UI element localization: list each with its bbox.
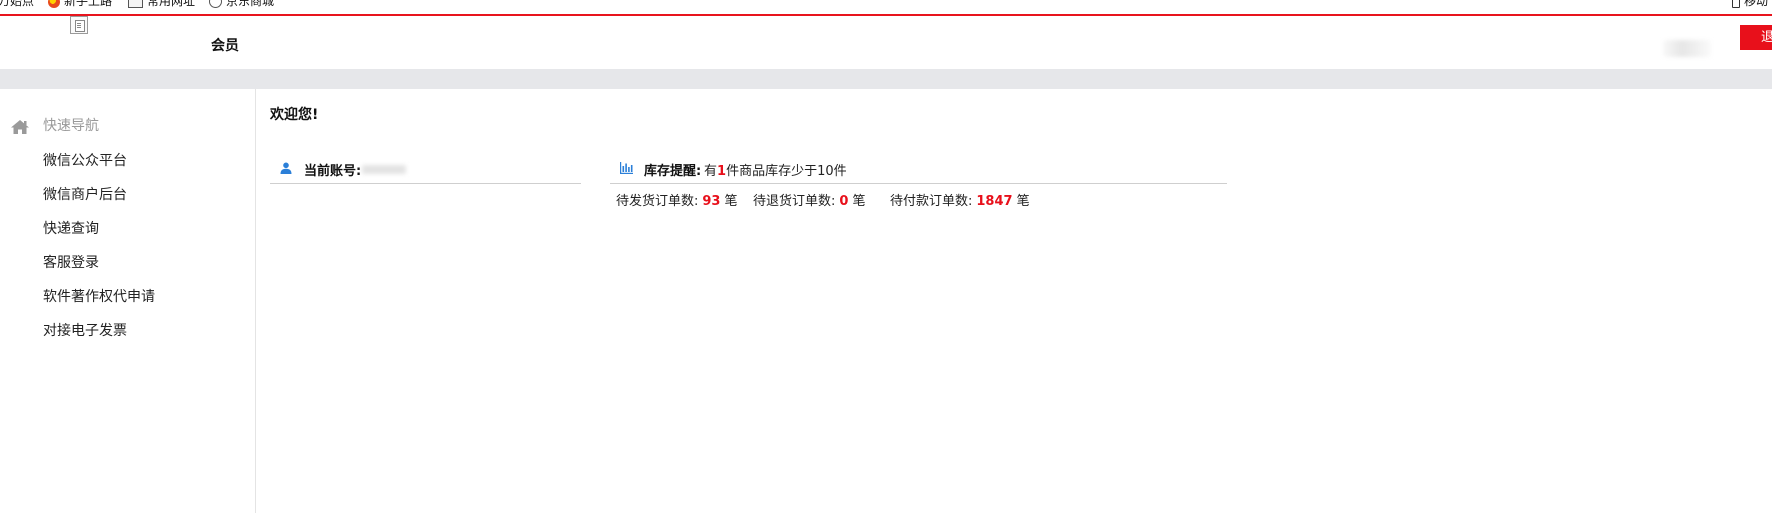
sidebar-item-express-query[interactable]: 快递查询 <box>43 219 155 253</box>
account-panel: 当前账号: <box>270 154 581 184</box>
bookmark-item[interactable]: 万始点 <box>0 0 34 8</box>
stock-alert-label: 库存提醒: <box>644 164 702 179</box>
stat-label: 待发货订单数: <box>616 194 699 209</box>
account-value <box>362 165 406 174</box>
page-title: 会员 <box>211 38 239 54</box>
stock-alert-panel: 库存提醒: 有1件商品库存少于10件 <box>610 154 1227 184</box>
stat-value: 1847 <box>976 194 1013 209</box>
header-divider <box>0 69 1772 89</box>
sidebar-item-service-login[interactable]: 客服登录 <box>43 253 155 287</box>
stat-value: 0 <box>839 194 849 209</box>
bookmark-item[interactable]: 京东商城 <box>209 0 274 8</box>
stat-unit: 笔 <box>852 194 866 209</box>
stock-suffix: 件商品库存少于10件 <box>726 164 847 179</box>
main-content: 欢迎您! 当前账号: 库存提醒: 有1件商品库存少于10件 待发货订单数: 93 笔… <box>256 89 1772 513</box>
stat-unit: 笔 <box>724 194 738 209</box>
stock-prefix: 有 <box>704 164 718 179</box>
bookmark-label: 常用网址 <box>147 0 196 8</box>
quick-nav-label: 快速导航 <box>43 118 99 134</box>
page-header: 会员 退出 <box>0 16 1772 70</box>
globe-icon <box>209 0 222 8</box>
stat-pending-payment[interactable]: 待付款订单数: 1847 笔 <box>890 190 1030 209</box>
bookmark-label: 京东商城 <box>226 0 275 8</box>
stat-label: 待退货订单数: <box>753 194 836 209</box>
account-label: 当前账号: <box>304 164 362 179</box>
user-icon <box>280 162 292 174</box>
sidebar: 快速导航 微信公众平台 微信商户后台 快递查询 客服登录 软件著作权代申请 对接… <box>0 89 256 513</box>
bar-chart-icon <box>620 162 633 174</box>
sidebar-item-wechat-merchant[interactable]: 微信商户后台 <box>43 185 155 219</box>
sidebar-nav: 微信公众平台 微信商户后台 快递查询 客服登录 软件著作权代申请 对接电子发票 <box>43 151 155 355</box>
firefox-icon <box>48 0 60 8</box>
bookmark-label: 移动 <box>1744 0 1769 8</box>
mobile-icon <box>1732 0 1740 8</box>
home-icon <box>11 120 29 134</box>
sidebar-item-copyright-apply[interactable]: 软件著作权代申请 <box>43 287 155 321</box>
user-avatar[interactable] <box>1663 40 1711 57</box>
sidebar-item-wechat-platform[interactable]: 微信公众平台 <box>43 151 155 185</box>
stat-unit: 笔 <box>1016 194 1030 209</box>
bookmark-item[interactable]: 新手上路 <box>48 0 112 8</box>
bookmark-label: 万始点 <box>0 0 35 8</box>
stock-alert-message: 有1件商品库存少于10件 <box>704 160 847 179</box>
bookmark-item[interactable]: 移动 <box>1732 0 1768 8</box>
stat-value: 93 <box>702 194 721 209</box>
stock-count: 1 <box>717 164 727 179</box>
bookmark-label: 新手上路 <box>64 0 113 8</box>
broken-image-icon <box>70 16 88 34</box>
welcome-heading: 欢迎您! <box>270 107 319 123</box>
logout-button[interactable]: 退出 <box>1740 25 1772 70</box>
stat-pending-return[interactable]: 待退货订单数: 0 笔 <box>753 190 865 209</box>
sidebar-item-e-invoice[interactable]: 对接电子发票 <box>43 321 155 355</box>
bookmarks-bar: 万始点 新手上路 常用网址 京东商城 移动 <box>0 0 1772 16</box>
stat-pending-shipment[interactable]: 待发货订单数: 93 笔 <box>616 190 738 209</box>
bookmark-item[interactable]: 常用网址 <box>128 0 195 8</box>
folder-icon <box>128 0 143 8</box>
stat-label: 待付款订单数: <box>890 194 973 209</box>
